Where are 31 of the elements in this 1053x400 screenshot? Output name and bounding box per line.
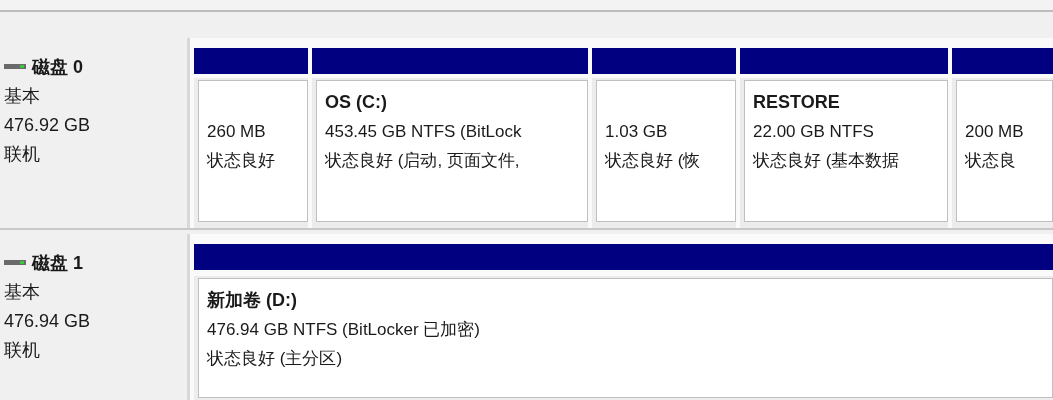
partition-detail: 260 MB: [207, 121, 267, 143]
partition-detail: 1.03 GB: [605, 121, 669, 143]
disk-name: 磁盘 1: [32, 252, 83, 275]
partition-detail: 22.00 GB NTFS: [753, 121, 875, 143]
partition-box[interactable]: 200 MB 状态良: [952, 78, 1053, 228]
partition-box[interactable]: OS (C:) 453.45 GB NTFS (BitLock 状态良好 (启动, 页面文件,: [312, 78, 588, 228]
disk-size: 476.94 GB: [4, 310, 92, 333]
disk-status: 联机: [4, 143, 41, 166]
partition-detail: 状态良好 (恢: [605, 150, 702, 172]
partition-name: 新加卷 (D:): [207, 289, 297, 312]
partition-name: OS (C:): [325, 91, 387, 113]
partition-detail: 200 MB: [965, 121, 1025, 143]
partition-name: RESTORE: [753, 91, 840, 113]
disk-drive-icon: [4, 259, 26, 267]
partition-detail: 453.45 GB NTFS (BitLock: [325, 121, 523, 143]
partition-box[interactable]: 1.03 GB 状态良好 (恢: [592, 78, 736, 228]
partition-detail: 476.94 GB NTFS (BitLocker 已加密): [207, 319, 482, 341]
partition-detail: 状态良好 (基本数据: [753, 150, 901, 172]
partition-detail: 状态良好 (主分区): [207, 348, 344, 370]
partition-box[interactable]: 新加卷 (D:) 476.94 GB NTFS (BitLocker 已加密) 状态良好 (主分区): [194, 276, 1053, 400]
disk-name: 磁盘 0: [32, 56, 83, 79]
partition-box[interactable]: 260 MB 状态良好: [194, 78, 308, 228]
disk-size: 476.92 GB: [4, 114, 92, 137]
disk-type: 基本: [4, 85, 41, 108]
partition-box[interactable]: RESTORE 22.00 GB NTFS 状态良好 (基本数据: [740, 78, 948, 228]
disk-type: 基本: [4, 281, 41, 304]
partition-detail: 状态良好: [207, 150, 276, 172]
disk-status: 联机: [4, 339, 41, 362]
partition-detail: 状态良好 (启动, 页面文件,: [325, 150, 521, 172]
disk-drive-icon: [4, 63, 26, 71]
partition-detail: 状态良: [965, 150, 1017, 172]
